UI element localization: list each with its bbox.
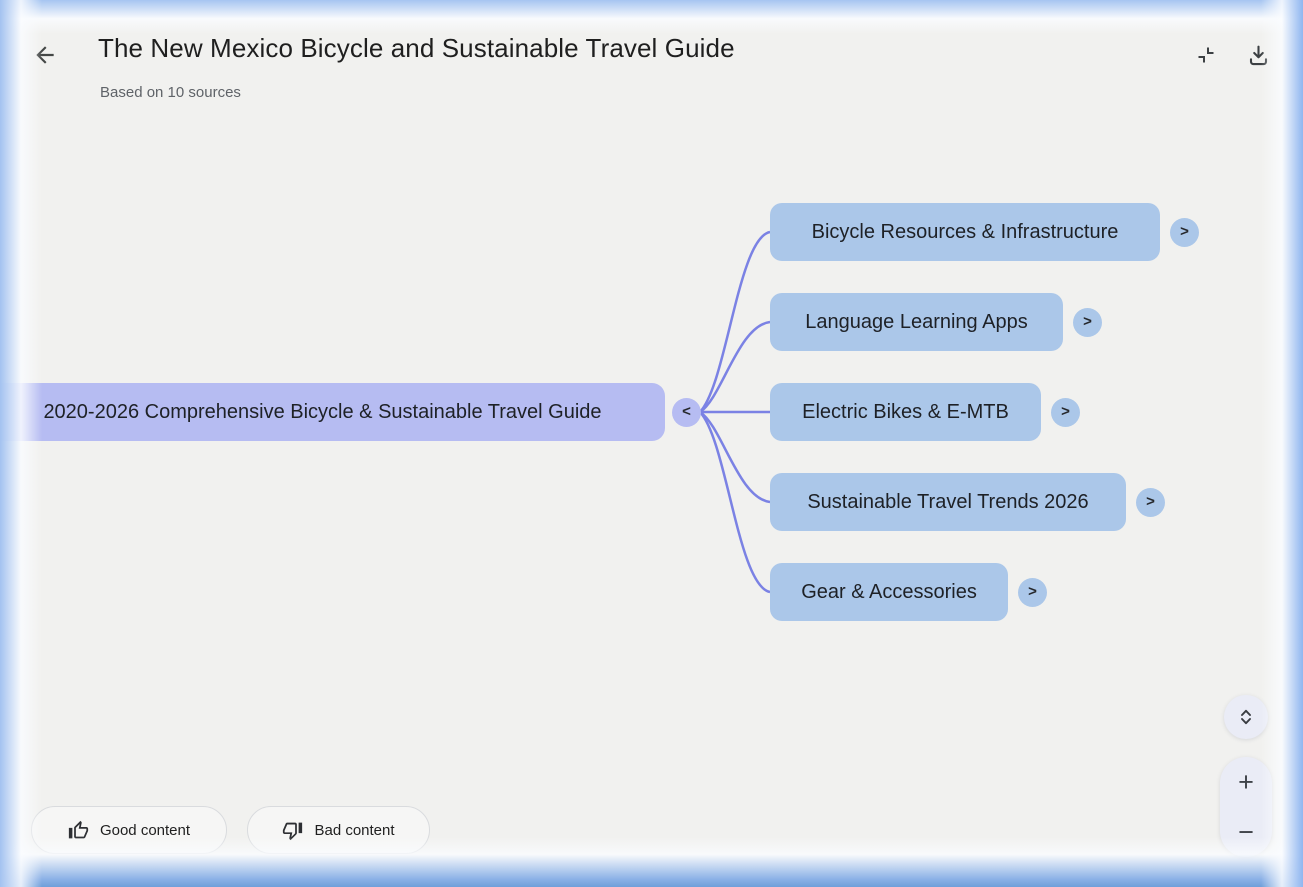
thumb-up-icon	[68, 820, 89, 841]
mindmap-node-bicycle-resources[interactable]: Bicycle Resources & Infrastructure	[770, 203, 1160, 261]
header-actions	[1193, 42, 1271, 68]
expand-button[interactable]: >	[1073, 308, 1102, 337]
mindmap-node-gear-accessories[interactable]: Gear & Accessories	[770, 563, 1008, 621]
header: The New Mexico Bicycle and Sustainable T…	[0, 0, 1303, 110]
expand-button[interactable]: >	[1136, 488, 1165, 517]
mindmap-child-row: Sustainable Travel Trends 2026 >	[770, 473, 1165, 531]
mindmap-node-electric-bikes[interactable]: Electric Bikes & E-MTB	[770, 383, 1041, 441]
good-content-label: Good content	[100, 822, 190, 839]
page-title: The New Mexico Bicycle and Sustainable T…	[98, 33, 735, 64]
expand-button[interactable]: >	[1051, 398, 1080, 427]
zoom-out-button[interactable]: −	[1220, 807, 1272, 857]
mindmap-child-row: Language Learning Apps >	[770, 293, 1102, 351]
back-button[interactable]	[31, 41, 59, 69]
source-count-subtitle: Based on 10 sources	[100, 84, 241, 101]
collapse-content-icon	[1194, 43, 1218, 67]
mindmap-node-language-apps[interactable]: Language Learning Apps	[770, 293, 1063, 351]
root-collapse-button[interactable]: <	[672, 398, 701, 427]
download-icon	[1246, 43, 1271, 68]
download-button[interactable]	[1245, 42, 1271, 68]
bad-content-button[interactable]: Bad content	[247, 806, 430, 854]
arrow-left-icon	[32, 42, 58, 68]
collapse-view-button[interactable]	[1193, 42, 1219, 68]
mindmap-connectors	[0, 0, 1303, 887]
fit-view-button[interactable]	[1224, 695, 1268, 739]
mindmap-canvas[interactable]: 2020-2026 Comprehensive Bicycle & Sustai…	[0, 0, 1303, 887]
glow-border-right	[1261, 0, 1303, 887]
glow-border-left	[0, 0, 42, 887]
mindmap-root-row: 2020-2026 Comprehensive Bicycle & Sustai…	[0, 383, 701, 441]
expand-button[interactable]: >	[1170, 218, 1199, 247]
mindmap-child-row: Electric Bikes & E-MTB >	[770, 383, 1080, 441]
good-content-button[interactable]: Good content	[31, 806, 227, 854]
thumb-down-icon	[282, 820, 303, 841]
mindmap-node-sustainable-trends[interactable]: Sustainable Travel Trends 2026	[770, 473, 1126, 531]
mindmap-child-row: Gear & Accessories >	[770, 563, 1047, 621]
bad-content-label: Bad content	[314, 822, 394, 839]
unfold-chevrons-icon	[1236, 707, 1256, 727]
mindmap-child-row: Bicycle Resources & Infrastructure >	[770, 203, 1199, 261]
zoom-in-button[interactable]: +	[1220, 757, 1272, 807]
mindmap-root-node[interactable]: 2020-2026 Comprehensive Bicycle & Sustai…	[0, 383, 665, 441]
zoom-pill: + −	[1220, 757, 1272, 857]
expand-button[interactable]: >	[1018, 578, 1047, 607]
